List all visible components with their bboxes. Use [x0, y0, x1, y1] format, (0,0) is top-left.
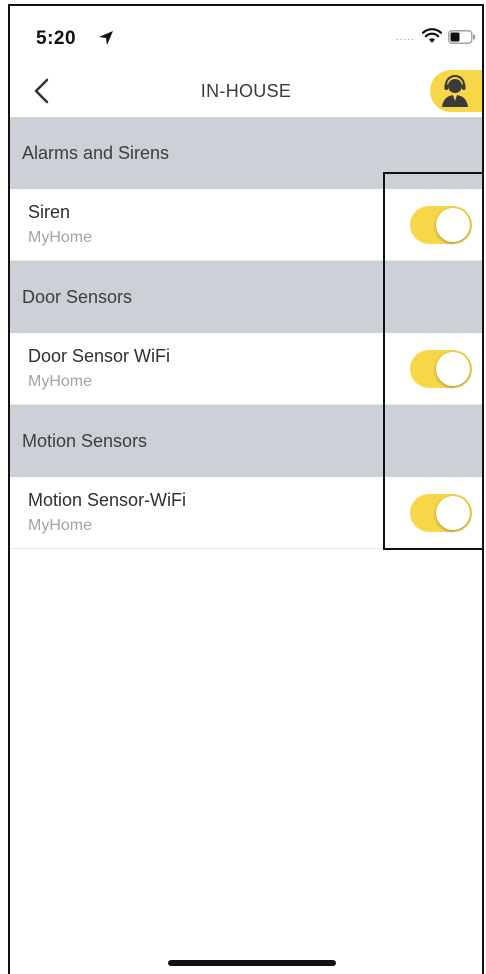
section-header-door-sensors: Door Sensors: [10, 261, 482, 333]
door-sensor-toggle[interactable]: [410, 350, 472, 388]
signal-strength-indicator: .....: [396, 32, 415, 43]
toggle-knob: [436, 208, 470, 242]
wifi-icon: [421, 28, 443, 44]
toggle-knob: [436, 352, 470, 386]
support-agent-button[interactable]: [430, 70, 482, 112]
device-name: Siren: [28, 202, 71, 222]
device-list: Alarms and Sirens Siren MyHome Door Sens…: [10, 117, 482, 549]
device-name: Motion Sensor-WiFi: [28, 490, 187, 510]
home-indicator[interactable]: [168, 960, 336, 966]
status-time: 5:20: [36, 28, 77, 49]
support-agent-icon: [442, 75, 468, 107]
list-item-motion-sensor: Motion Sensor-WiFi MyHome: [10, 477, 482, 549]
section-header-alarms: Alarms and Sirens: [10, 117, 482, 189]
battery-icon: [448, 30, 476, 44]
device-location: MyHome: [28, 229, 93, 246]
device-location: MyHome: [28, 373, 93, 390]
device-location: MyHome: [28, 517, 93, 534]
location-arrow-icon: [98, 30, 114, 46]
motion-sensor-toggle[interactable]: [410, 494, 472, 532]
section-header-motion-sensors: Motion Sensors: [10, 405, 482, 477]
phone-screen: 5:20 ..... IN-HOUSE Alarms and Sirens Si…: [8, 4, 484, 974]
navigation-bar: IN-HOUSE: [10, 66, 482, 116]
list-item-door-sensor: Door Sensor WiFi MyHome: [10, 333, 482, 405]
siren-toggle[interactable]: [410, 206, 472, 244]
device-name: Door Sensor WiFi: [28, 346, 171, 366]
list-item-siren: Siren MyHome: [10, 189, 482, 261]
toggle-knob: [436, 496, 470, 530]
status-bar: 5:20 .....: [10, 6, 482, 66]
page-title: IN-HOUSE: [200, 81, 292, 101]
